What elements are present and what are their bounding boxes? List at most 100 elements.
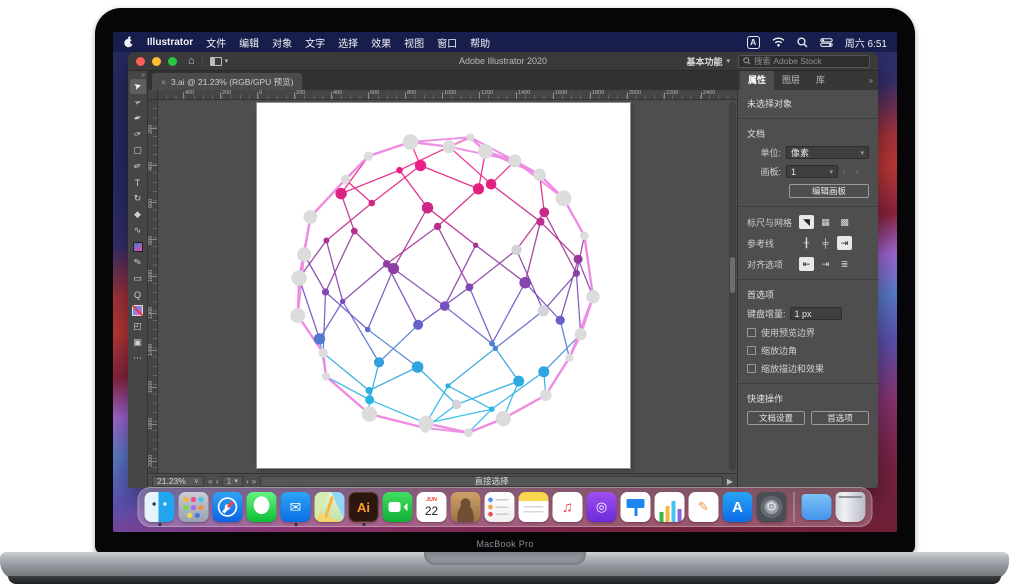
menubar-menu-帮助[interactable]: 帮助 xyxy=(470,35,490,50)
dock-item-facetime[interactable] xyxy=(383,492,413,522)
menubar-menu-文字[interactable]: 文字 xyxy=(305,35,325,50)
control-center-icon[interactable] xyxy=(820,38,833,47)
artboard-prev-next-arrows[interactable]: ‹ › xyxy=(843,167,863,176)
panel-tab-库[interactable]: 库 xyxy=(808,70,833,90)
canvas-pasteboard[interactable] xyxy=(158,100,737,473)
lock-guides-icon[interactable]: ╪ xyxy=(818,236,833,250)
wifi-icon[interactable] xyxy=(772,37,785,47)
eyedropper-tool[interactable]: ✎ xyxy=(130,255,146,270)
preference-checkbox-row[interactable]: 使用预览边界 xyxy=(747,326,869,339)
pen-tool[interactable]: ✒ xyxy=(130,111,146,126)
panel-tab-图层[interactable]: 图层 xyxy=(774,70,808,90)
units-select[interactable]: 像素 ▾ xyxy=(786,146,869,159)
status-tool-indicator[interactable]: 直接选择 xyxy=(260,476,722,487)
vertical-ruler[interactable]: 200400600800100012001400160018002000 xyxy=(148,100,158,473)
status-flyout-icon[interactable]: ▶ xyxy=(727,477,733,486)
input-method-badge[interactable]: A xyxy=(747,36,760,49)
menubar-menu-编辑[interactable]: 编辑 xyxy=(239,35,259,50)
transparency-grid-icon[interactable]: ▩ xyxy=(837,215,852,229)
dock-item-numbers[interactable] xyxy=(655,492,685,522)
adobe-stock-search-input[interactable]: 搜索 Adobe Stock xyxy=(738,55,870,68)
quick-action-首选项-button[interactable]: 首选项 xyxy=(811,411,869,425)
dock-item-messages[interactable] xyxy=(247,492,277,522)
artboard-navigation-select[interactable]: 1 ▾ xyxy=(222,476,243,487)
dock-item-app-store[interactable]: A xyxy=(723,492,753,522)
rotate-tool[interactable]: ↻ xyxy=(130,191,146,206)
menubar-clock[interactable]: 周六 6:51 xyxy=(845,35,887,50)
ruler-origin-corner[interactable] xyxy=(148,90,158,100)
document-tab[interactable]: × 3.ai @ 21.23% (RGB/GPU 预览) xyxy=(152,73,302,90)
artboard-tool[interactable]: ▭ xyxy=(130,271,146,286)
last-artboard-button[interactable]: » xyxy=(252,476,257,486)
scale-tool[interactable]: ◆ xyxy=(130,207,146,222)
dock-item-keynote[interactable] xyxy=(621,492,651,522)
dock-item-music[interactable]: ♫ xyxy=(553,492,583,522)
guides-icon[interactable]: ╂ xyxy=(799,236,814,250)
more-tools-button[interactable]: ⋯ xyxy=(130,351,146,366)
panel-collapse-icon[interactable]: » xyxy=(864,76,878,90)
checkbox-unchecked[interactable] xyxy=(747,346,756,355)
shaper-tool[interactable]: ∿ xyxy=(130,223,146,238)
zoom-tool[interactable]: Q xyxy=(130,287,146,302)
home-icon[interactable]: ⌂ xyxy=(188,56,195,67)
menubar-menu-选择[interactable]: 选择 xyxy=(338,35,358,50)
gradient-tool[interactable] xyxy=(130,239,146,254)
preference-checkbox-row[interactable]: 缩放边角 xyxy=(747,344,869,357)
fill-stroke-swatch[interactable] xyxy=(130,303,146,318)
checkbox-unchecked[interactable] xyxy=(747,328,756,337)
menubar-menu-窗口[interactable]: 窗口 xyxy=(437,35,457,50)
dock-item-reminders[interactable] xyxy=(485,492,515,522)
edit-artboards-button[interactable]: 编辑画板 xyxy=(789,184,869,198)
apple-logo-icon[interactable] xyxy=(123,36,134,48)
previous-artboard-button[interactable]: ‹ xyxy=(216,476,219,486)
smart-guides-icon[interactable]: ⇥ xyxy=(837,236,852,250)
paintbrush-tool[interactable]: ✏ xyxy=(130,159,146,174)
menubar-menu-文件[interactable]: 文件 xyxy=(206,35,226,50)
dock-item-system-preferences[interactable]: ⚙ xyxy=(757,492,787,522)
dock-item-trash[interactable] xyxy=(836,492,866,522)
toolbar-expand-icon[interactable]: » xyxy=(141,72,145,79)
selection-tool[interactable]: ➤ xyxy=(130,79,146,94)
menubar-app-name[interactable]: Illustrator xyxy=(147,37,193,48)
zoom-level-select[interactable]: 21.23% ∨ xyxy=(152,476,204,487)
rectangle-tool[interactable]: ▢ xyxy=(130,143,146,158)
dock-item-maps[interactable] xyxy=(315,492,345,522)
menubar-menu-对象[interactable]: 对象 xyxy=(272,35,292,50)
curvature-tool[interactable]: ✑ xyxy=(130,127,146,142)
zoom-window-button[interactable] xyxy=(168,57,177,66)
dock-item-calendar[interactable]: JUN22 xyxy=(417,492,447,522)
arrange-documents-button[interactable]: ▾ xyxy=(202,57,229,66)
artboard-select[interactable]: 1 ▾ xyxy=(786,165,838,178)
dock-item-safari[interactable] xyxy=(213,492,243,522)
type-tool[interactable]: T xyxy=(130,175,146,190)
direct-selection-tool[interactable]: ➢ xyxy=(130,95,146,110)
screen-mode-button[interactable]: ▣ xyxy=(130,335,146,350)
dock-item-adobe-illustrator[interactable]: Ai xyxy=(349,492,379,522)
preference-checkbox-row[interactable]: 缩放描边和效果 xyxy=(747,362,869,375)
workspace-switcher[interactable]: 基本功能 ▾ xyxy=(686,55,730,68)
panel-tab-属性[interactable]: 属性 xyxy=(740,70,774,90)
keyboard-increment-input[interactable]: 1 px xyxy=(790,307,842,320)
dock-item-finder[interactable] xyxy=(145,492,175,522)
dock-item-contacts[interactable] xyxy=(451,492,481,522)
grid-icon[interactable]: ▦ xyxy=(818,215,833,229)
first-artboard-button[interactable]: « xyxy=(208,476,213,486)
menubar-menu-视图[interactable]: 视图 xyxy=(404,35,424,50)
snap-to-point-icon[interactable]: ⇤ xyxy=(799,257,814,271)
close-window-button[interactable] xyxy=(136,57,145,66)
drawing-mode-button[interactable]: ◰ xyxy=(130,319,146,334)
menubar-menu-效果[interactable]: 效果 xyxy=(371,35,391,50)
snap-to-pixel-icon[interactable]: ≣ xyxy=(837,257,852,271)
scrollbar-thumb[interactable] xyxy=(730,257,735,293)
close-tab-icon[interactable]: × xyxy=(161,77,166,87)
spotlight-search-icon[interactable] xyxy=(797,37,808,48)
artboard[interactable] xyxy=(257,103,630,468)
ruler-icon[interactable]: ◥ xyxy=(799,215,814,229)
dock-item-downloads-folder[interactable] xyxy=(802,492,832,522)
dock-item-podcasts[interactable]: ◎ xyxy=(587,492,617,522)
vertical-scrollbar[interactable] xyxy=(729,102,736,471)
dock-item-mail[interactable]: ✉ xyxy=(281,492,311,522)
checkbox-unchecked[interactable] xyxy=(747,364,756,373)
dock-item-notes[interactable] xyxy=(519,492,549,522)
dock-item-pages[interactable]: ✎ xyxy=(689,492,719,522)
